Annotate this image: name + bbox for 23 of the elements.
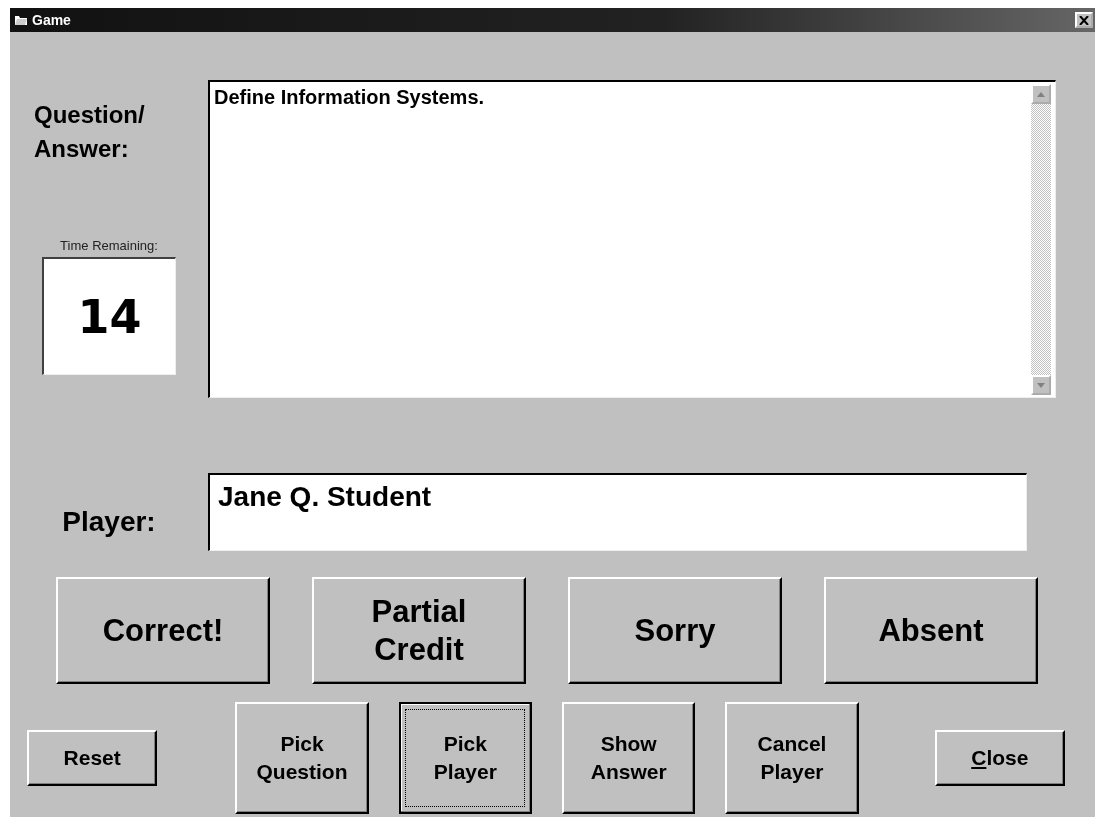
score-button[interactable]: Partial Credit xyxy=(312,577,526,684)
score-button[interactable]: Absent xyxy=(824,577,1038,684)
down-arrow-icon xyxy=(1037,382,1045,388)
control-button[interactable]: Close xyxy=(934,730,1065,786)
control-button[interactable]: Pick Question xyxy=(235,702,369,814)
up-arrow-icon xyxy=(1037,91,1045,97)
control-button[interactable]: Cancel Player xyxy=(725,702,859,814)
control-button[interactable]: Pick Player xyxy=(398,702,532,814)
close-icon xyxy=(1079,15,1089,25)
window-icon xyxy=(14,14,28,26)
window-title: Game xyxy=(32,12,71,28)
question-text-area[interactable]: Define Information Systems. xyxy=(208,80,1056,398)
question-label: Question/ Answer: xyxy=(34,100,146,164)
player-field[interactable]: Jane Q. Student xyxy=(208,473,1027,551)
close-button[interactable] xyxy=(1075,12,1093,28)
player-label: Player: xyxy=(61,505,157,538)
scrollbar[interactable] xyxy=(1031,84,1051,395)
control-button[interactable]: Show Answer xyxy=(562,702,696,814)
score-button[interactable]: Correct! xyxy=(56,577,270,684)
control-button[interactable]: Reset xyxy=(27,730,158,786)
score-button[interactable]: Sorry xyxy=(568,577,782,684)
timer-display: 14 xyxy=(42,257,176,375)
timer-label: Time Remaining: xyxy=(60,238,158,253)
